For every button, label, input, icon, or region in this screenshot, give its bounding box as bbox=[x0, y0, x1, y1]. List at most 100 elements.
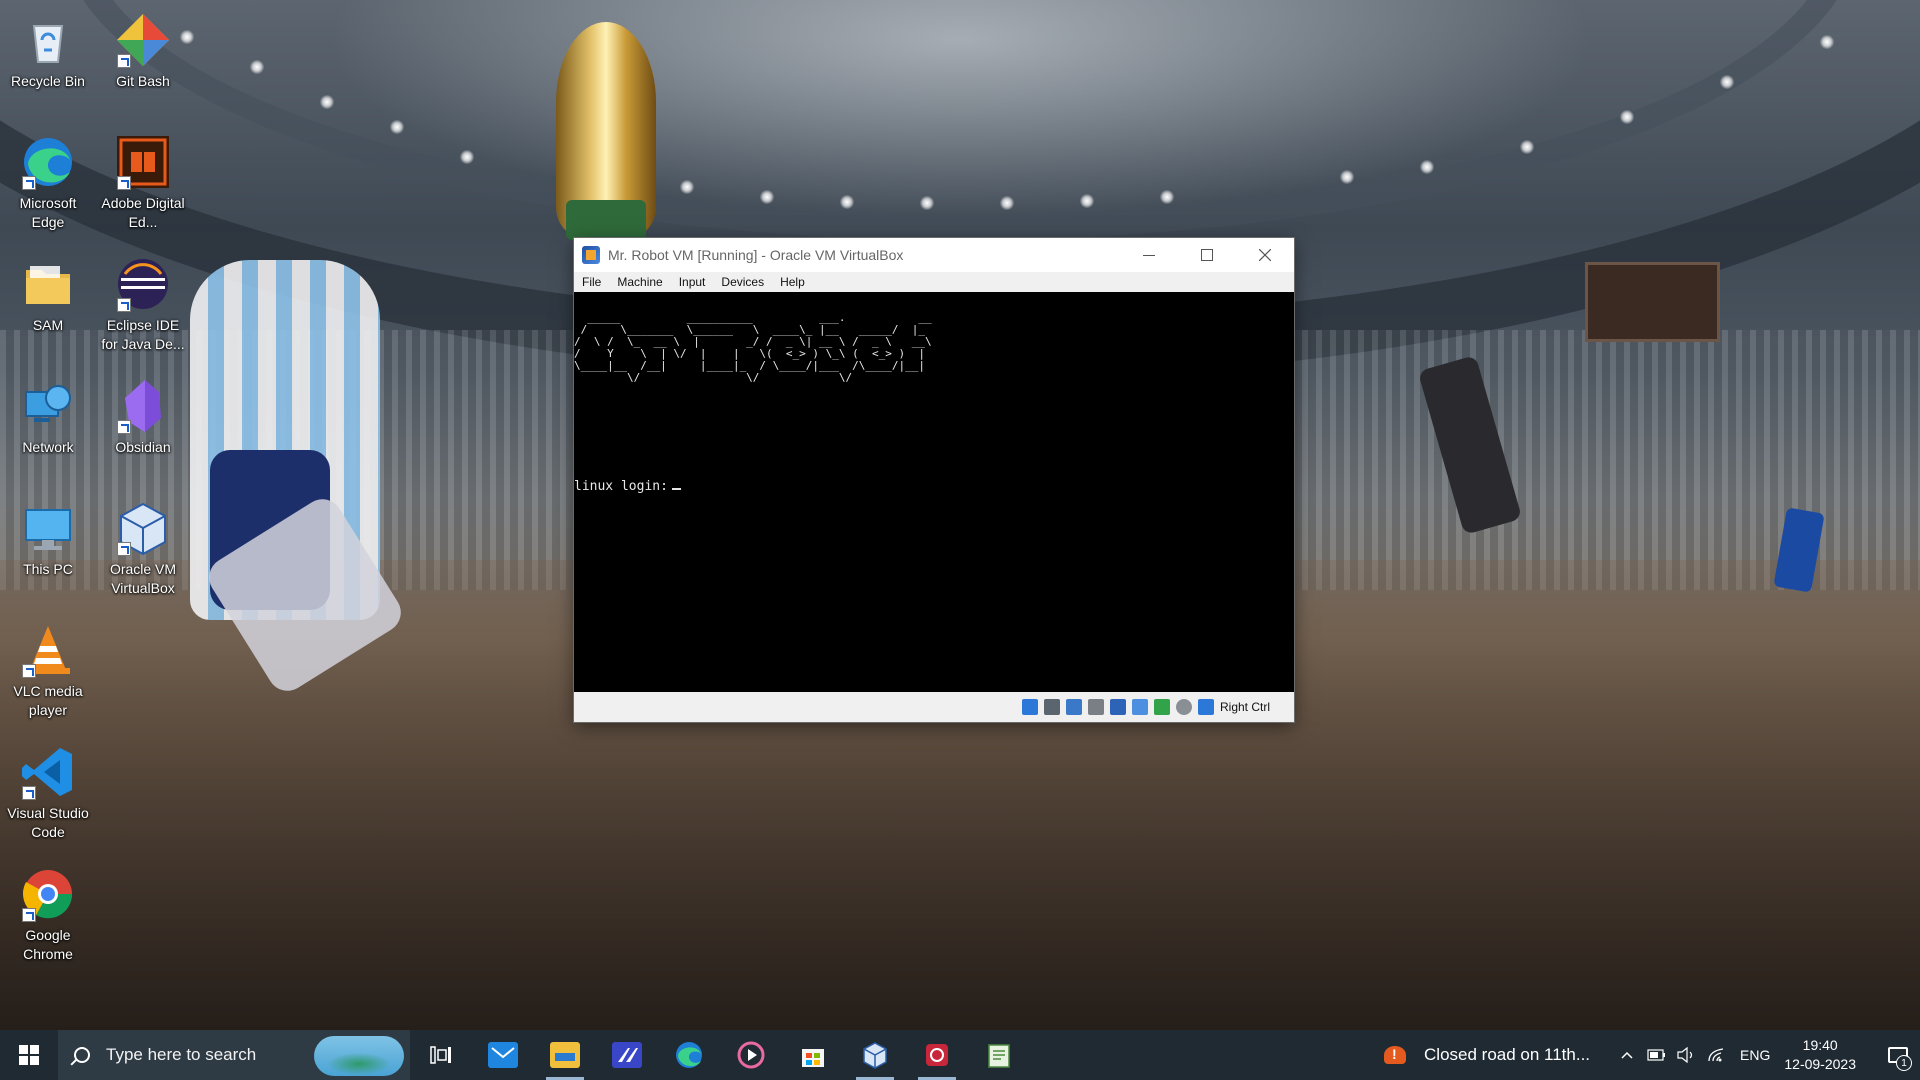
mouse-integration-icon[interactable] bbox=[1197, 699, 1214, 715]
taskbar-app-mail[interactable] bbox=[472, 1030, 534, 1080]
vm-console-screen[interactable]: _____ __________ ___. __ / \_______ \___… bbox=[574, 292, 1294, 692]
recording-icon[interactable] bbox=[1175, 699, 1192, 715]
search-input[interactable] bbox=[106, 1045, 336, 1065]
search-highlight-image[interactable] bbox=[314, 1036, 404, 1076]
notification-center-button[interactable]: 1 bbox=[1876, 1030, 1920, 1080]
host-key-label: Right Ctrl bbox=[1219, 700, 1270, 714]
maximize-button[interactable] bbox=[1178, 238, 1236, 272]
clock-time: 19:40 bbox=[1802, 1037, 1838, 1053]
desktop-icon-vlc[interactable]: VLC media player bbox=[3, 616, 93, 718]
traffic-alert-icon bbox=[1382, 1042, 1412, 1068]
shortcut-arrow-icon bbox=[117, 298, 131, 312]
window-titlebar[interactable]: Mr. Robot VM [Running] - Oracle VM Virtu… bbox=[574, 238, 1294, 272]
shortcut-arrow-icon bbox=[117, 54, 131, 68]
mail-icon bbox=[488, 1042, 518, 1068]
taskbar-app-running[interactable] bbox=[906, 1030, 968, 1080]
taskbar-app-media-player[interactable] bbox=[720, 1030, 782, 1080]
windows-logo-icon bbox=[19, 1045, 39, 1065]
desktop-icon-this-pc[interactable]: This PC bbox=[3, 494, 93, 594]
desktop-icon-vscode[interactable]: Visual Studio Code bbox=[3, 738, 93, 840]
wifi-button[interactable] bbox=[1702, 1030, 1732, 1080]
news-headline: Closed road on 11th... bbox=[1424, 1045, 1591, 1064]
icon-label: This PC bbox=[23, 561, 73, 577]
desktop-icon-eclipse[interactable]: Eclipse IDE for Java De... bbox=[98, 250, 188, 352]
desktop-icon-network[interactable]: Network bbox=[3, 372, 93, 472]
network-icon bbox=[20, 378, 76, 434]
virtualbox-app-icon bbox=[582, 246, 600, 264]
icon-label: Oracle VM VirtualBox bbox=[109, 561, 177, 596]
icon-label: Obsidian bbox=[115, 439, 171, 455]
icon-label: Recycle Bin bbox=[11, 73, 85, 89]
stadium-light bbox=[1720, 75, 1734, 89]
usb-icon[interactable] bbox=[1109, 699, 1126, 715]
login-line: linux login: bbox=[574, 479, 681, 494]
shortcut-arrow-icon bbox=[22, 176, 36, 190]
icon-label: Eclipse IDE for Java De... bbox=[101, 317, 185, 352]
network-adapter-icon[interactable] bbox=[1087, 699, 1104, 715]
virtualbox-window[interactable]: Mr. Robot VM [Running] - Oracle VM Virtu… bbox=[574, 238, 1294, 722]
taskbar-app-edge[interactable] bbox=[658, 1030, 720, 1080]
obsidian-icon bbox=[115, 378, 171, 434]
microsoft-store-icon bbox=[802, 1049, 824, 1067]
menu-machine[interactable]: Machine bbox=[617, 275, 662, 289]
taskbar-app-file-explorer[interactable] bbox=[534, 1030, 596, 1080]
news-widget[interactable]: Closed road on 11th... bbox=[1382, 1042, 1590, 1068]
taskbar-app-microsoft-store[interactable] bbox=[782, 1030, 844, 1080]
vmware-icon bbox=[612, 1042, 642, 1068]
minimize-icon bbox=[1143, 255, 1155, 256]
volume-button[interactable] bbox=[1672, 1030, 1702, 1080]
desktop-icon-chrome[interactable]: Google Chrome bbox=[3, 860, 93, 962]
audio-icon[interactable] bbox=[1065, 699, 1082, 715]
menu-file[interactable]: File bbox=[582, 275, 601, 289]
icon-label: Network bbox=[22, 439, 74, 455]
desktop-icon-edge[interactable]: Microsoft Edge bbox=[3, 128, 93, 230]
close-button[interactable] bbox=[1236, 238, 1294, 272]
clock[interactable]: 19:40 12-09-2023 bbox=[1784, 1036, 1856, 1074]
desktop-icon-obsidian[interactable]: Obsidian bbox=[98, 372, 188, 472]
desktop-icon-virtualbox[interactable]: Oracle VM VirtualBox bbox=[98, 494, 188, 596]
display-icon[interactable] bbox=[1153, 699, 1170, 715]
show-hidden-icons-button[interactable] bbox=[1612, 1030, 1642, 1080]
shared-folders-icon[interactable] bbox=[1131, 699, 1148, 715]
search-icon bbox=[74, 1047, 90, 1063]
taskbar-app-virtualbox[interactable] bbox=[844, 1030, 906, 1080]
stadium-light bbox=[1080, 194, 1094, 208]
vscode-icon bbox=[20, 744, 76, 800]
clock-date: 12-09-2023 bbox=[1784, 1056, 1856, 1072]
menu-input[interactable]: Devices bbox=[721, 275, 764, 289]
minimize-button[interactable] bbox=[1120, 238, 1178, 272]
icon-label: Microsoft Edge bbox=[19, 195, 77, 230]
input-language[interactable]: ENG bbox=[1740, 1047, 1770, 1063]
desktop-icon-recycle-bin[interactable]: Recycle Bin bbox=[3, 6, 93, 106]
desktop-icon-sam[interactable]: SAM bbox=[3, 250, 93, 350]
taskbar-app-notepad[interactable] bbox=[968, 1030, 1030, 1080]
storage-icon[interactable] bbox=[1021, 699, 1038, 715]
stadium-light bbox=[250, 60, 264, 74]
icon-label: Adobe Digital Ed... bbox=[101, 195, 185, 230]
recycle-bin-icon bbox=[20, 12, 76, 68]
shortcut-arrow-icon bbox=[22, 786, 36, 800]
notepad-icon bbox=[988, 1044, 1010, 1068]
stadium-light bbox=[840, 195, 854, 209]
menu-view[interactable]: Input bbox=[679, 275, 706, 289]
stadium-light bbox=[390, 120, 404, 134]
window-title: Mr. Robot VM [Running] - Oracle VM Virtu… bbox=[608, 247, 904, 263]
eclipse-icon bbox=[115, 256, 171, 312]
system-tray: Closed road on 11th... ENG 19:40 12-09-2… bbox=[1382, 1030, 1920, 1080]
shortcut-arrow-icon bbox=[117, 542, 131, 556]
stadium-light bbox=[760, 190, 774, 204]
taskbar-app-vmware[interactable] bbox=[596, 1030, 658, 1080]
menu-devices[interactable]: Help bbox=[780, 275, 805, 289]
shortcut-arrow-icon bbox=[117, 176, 131, 190]
task-view-button[interactable] bbox=[410, 1030, 472, 1080]
taskbar-search[interactable] bbox=[58, 1030, 410, 1080]
desktop-icon-adobe-digital-editions[interactable]: Adobe Digital Ed... bbox=[98, 128, 188, 230]
vm-statusbar: Right Ctrl bbox=[574, 692, 1294, 722]
icon-label: Google Chrome bbox=[23, 927, 73, 962]
start-button[interactable] bbox=[0, 1030, 58, 1080]
vm-menubar: File Machine Input Devices Help bbox=[574, 272, 1294, 292]
battery-button[interactable] bbox=[1642, 1030, 1672, 1080]
stadium-screen bbox=[1585, 262, 1720, 342]
optical-drive-icon[interactable] bbox=[1043, 699, 1060, 715]
desktop-icon-git-bash[interactable]: Git Bash bbox=[98, 6, 188, 106]
